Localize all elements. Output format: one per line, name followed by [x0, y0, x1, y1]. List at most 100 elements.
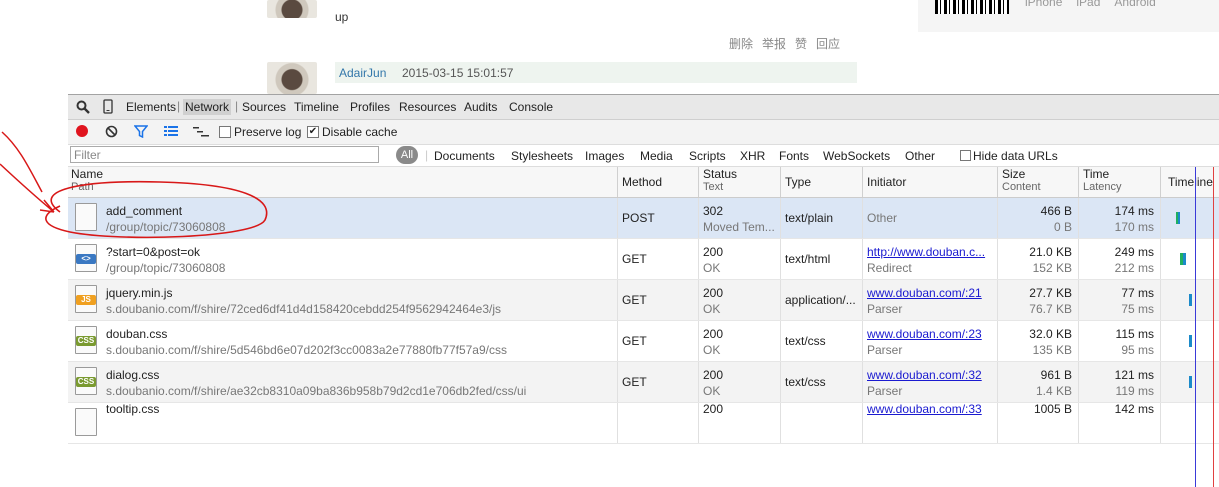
request-status: 200 — [703, 403, 724, 416]
request-status: 200 — [703, 286, 724, 300]
request-path: s.doubanio.com/f/shire/ae32cb8310a09ba83… — [106, 384, 527, 398]
comment-actions: 删除 举报赞回应 — [729, 35, 849, 52]
request-content-size: 76.7 KB — [1029, 302, 1072, 316]
annotation-arrow — [0, 131, 55, 213]
tab-profiles[interactable]: Profiles — [350, 100, 390, 114]
request-path: /group/topic/73060808 — [106, 261, 226, 275]
request-time: 142 ms — [1114, 403, 1154, 416]
filter-stylesheets[interactable]: Stylesheets — [511, 149, 573, 163]
delete-link[interactable]: 删除 — [729, 37, 753, 51]
comment-header: AdairJun 2015-03-15 15:01:57 — [335, 62, 857, 83]
request-latency: 212 ms — [1114, 261, 1154, 275]
request-content-size: 1.4 KB — [1035, 384, 1072, 398]
android-link[interactable]: Android — [1114, 0, 1155, 9]
timeline-bar — [1189, 376, 1192, 388]
request-status: 200 — [703, 327, 724, 341]
reply-link[interactable]: 回应 — [816, 37, 840, 51]
col-size[interactable]: Size Content — [997, 167, 1078, 197]
search-icon[interactable] — [76, 100, 90, 114]
post-text: up — [335, 10, 349, 24]
dom-content-loaded-line — [1195, 167, 1196, 487]
request-type: application/... — [785, 293, 856, 307]
hide-data-urls-checkbox[interactable] — [960, 150, 971, 161]
request-size: 961 B — [1040, 368, 1072, 382]
request-time: 249 ms — [1114, 245, 1154, 259]
filter-fonts[interactable]: Fonts — [779, 149, 809, 163]
request-name: douban.css — [106, 327, 168, 341]
request-method: GET — [622, 293, 647, 307]
table-row[interactable]: CSS dialog.css s.doubanio.com/f/shire/ae… — [68, 362, 1219, 403]
ipad-link[interactable]: iPad — [1076, 0, 1100, 9]
col-timeline[interactable]: Timeline — [1160, 167, 1219, 197]
post-thumbnail[interactable] — [267, 0, 317, 18]
request-name: jquery.min.js — [106, 286, 173, 300]
js-icon: JS — [75, 285, 97, 313]
app-links: iPhone iPad Android — [1025, 0, 1170, 9]
col-method[interactable]: Method — [617, 167, 698, 197]
filter-websockets[interactable]: WebSockets — [823, 149, 890, 163]
filter-xhr[interactable]: XHR — [740, 149, 765, 163]
comment-author[interactable]: AdairJun — [339, 66, 386, 80]
request-initiator[interactable]: www.douban.com/:21 — [867, 286, 982, 300]
request-time: 115 ms — [1115, 327, 1154, 341]
request-size: 466 B — [1040, 204, 1072, 218]
css-icon: CSS — [75, 326, 97, 354]
request-latency: 119 ms — [1115, 384, 1154, 398]
tab-network[interactable]: Network — [183, 99, 232, 115]
timeline-bar — [1189, 335, 1192, 347]
tab-elements[interactable]: Elements — [126, 100, 176, 114]
tab-console[interactable]: Console — [509, 100, 553, 114]
request-status-text: Moved Tem... — [703, 220, 775, 234]
filter-documents[interactable]: Documents — [434, 149, 495, 163]
request-initiator[interactable]: www.douban.com/:23 — [867, 327, 982, 341]
request-initiator-type: Redirect — [867, 261, 912, 275]
tab-sources[interactable]: Sources — [242, 100, 286, 114]
request-type: text/plain — [785, 211, 834, 225]
request-status-text: OK — [703, 261, 721, 275]
filter-all-button[interactable]: All — [396, 146, 418, 164]
comment-avatar[interactable] — [267, 62, 317, 94]
timeline-bar — [1176, 212, 1180, 224]
request-method: GET — [622, 252, 647, 266]
table-row[interactable]: tooltip.css 200 www.douban.com/:33 1005 … — [68, 403, 1219, 444]
request-initiator[interactable]: www.douban.com/:32 — [867, 368, 982, 382]
filter-media[interactable]: Media — [640, 149, 673, 163]
request-type: text/html — [785, 252, 831, 266]
request-method: GET — [622, 375, 647, 389]
request-initiator-type: Parser — [867, 343, 903, 357]
table-row[interactable]: CSS douban.css s.doubanio.com/f/shire/5d… — [68, 321, 1219, 362]
request-size: 21.0 KB — [1029, 245, 1072, 259]
table-row[interactable]: JS jquery.min.js s.doubanio.com/f/shire/… — [68, 280, 1219, 321]
device-mode-icon[interactable] — [103, 99, 113, 114]
like-link[interactable]: 赞 — [795, 37, 807, 51]
devtools-tabbar: Elements | Network | Sources Timeline Pr… — [68, 95, 1219, 120]
css-icon: CSS — [75, 367, 97, 395]
filter-scripts[interactable]: Scripts — [689, 149, 726, 163]
request-initiator[interactable]: www.douban.com/:33 — [867, 403, 982, 416]
col-type[interactable]: Type — [780, 167, 862, 197]
qr-code — [935, 0, 1009, 14]
request-content-size: 0 B — [1053, 220, 1072, 234]
filter-other[interactable]: Other — [905, 149, 935, 163]
request-status-text: OK — [703, 343, 721, 357]
tab-audits[interactable]: Audits — [464, 100, 497, 114]
request-initiator: Other — [867, 211, 898, 225]
request-status-text: OK — [703, 302, 721, 316]
tab-resources[interactable]: Resources — [399, 100, 456, 114]
request-method: GET — [622, 334, 647, 348]
request-initiator[interactable]: http://www.douban.c... — [867, 245, 985, 259]
col-status[interactable]: Status Text — [698, 167, 780, 197]
report-link[interactable]: 举报 — [762, 37, 786, 51]
request-path: s.doubanio.com/f/shire/5d546bd6e07d202f3… — [106, 343, 507, 357]
col-time[interactable]: Time Latency — [1078, 167, 1160, 197]
disable-cache-checkbox[interactable]: ✔ — [307, 126, 319, 138]
tab-timeline[interactable]: Timeline — [294, 100, 339, 114]
annotation-overlay — [0, 131, 268, 239]
request-path: s.doubanio.com/f/shire/72ced6df41d4d1584… — [106, 302, 501, 316]
request-type: text/css — [785, 334, 826, 348]
request-content-size: 135 KB — [1032, 343, 1072, 357]
col-initiator[interactable]: Initiator — [862, 167, 997, 197]
iphone-link[interactable]: iPhone — [1025, 0, 1062, 9]
request-status: 200 — [703, 245, 724, 259]
filter-images[interactable]: Images — [585, 149, 624, 163]
